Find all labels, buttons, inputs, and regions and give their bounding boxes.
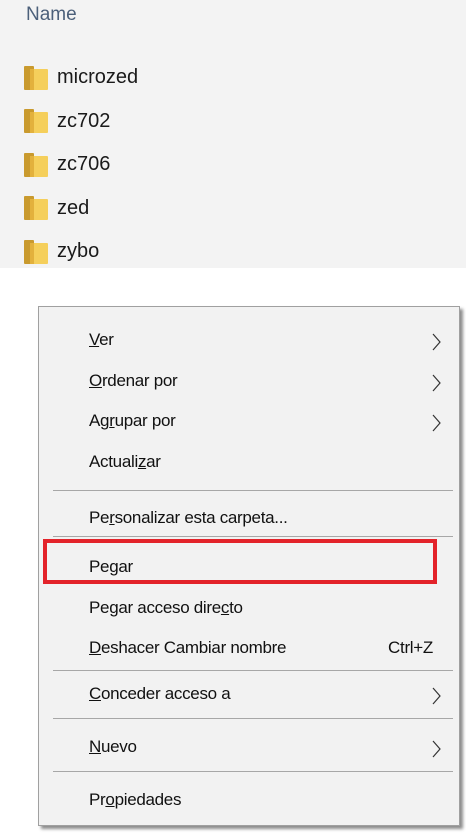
folder-name: microzed	[57, 66, 139, 89]
chevron-right-icon	[432, 740, 441, 758]
menu-item-propiedades[interactable]: Propiedades	[39, 781, 459, 819]
menu-item-label: Ordenar por	[89, 371, 178, 390]
folder-icon	[24, 152, 48, 177]
menu-item-personalizar[interactable]: Personalizar esta carpeta...	[39, 499, 459, 537]
menu-separator	[53, 490, 453, 491]
menu-item-pegar-acceso-directo[interactable]: Pegar acceso directo	[39, 589, 459, 627]
menu-item-agrupar-por[interactable]: Agrupar por	[39, 402, 459, 440]
keyboard-shortcut: Ctrl+Z	[388, 638, 433, 657]
chevron-right-icon	[432, 414, 441, 432]
folder-list: microzed zc702 zc706 zed zybo	[24, 56, 138, 274]
highlight-annotation-box	[43, 539, 437, 584]
menu-item-label: Pegar acceso directo	[89, 598, 243, 617]
menu-item-ordenar-por[interactable]: Ordenar por	[39, 362, 459, 400]
menu-item-deshacer[interactable]: Deshacer Cambiar nombre Ctrl+Z	[39, 629, 459, 667]
list-item-folder[interactable]: microzed	[24, 56, 138, 100]
menu-separator	[53, 536, 453, 537]
folder-icon	[24, 65, 48, 90]
chevron-right-icon	[432, 687, 441, 705]
menu-item-label: Deshacer Cambiar nombre	[89, 638, 287, 657]
list-item-folder[interactable]: zed	[24, 187, 138, 231]
folder-name: zed	[57, 196, 90, 219]
list-item-folder[interactable]: zc706	[24, 143, 138, 187]
menu-separator	[53, 718, 453, 719]
folder-name: zc706	[57, 153, 111, 176]
menu-separator	[53, 771, 453, 772]
menu-item-conceder-acceso[interactable]: Conceder acceso a	[39, 675, 459, 713]
chevron-right-icon	[432, 374, 441, 392]
folder-icon	[24, 239, 48, 264]
menu-item-label: Personalizar esta carpeta...	[89, 508, 288, 527]
menu-item-label: Agrupar por	[89, 411, 176, 430]
folder-icon	[24, 196, 48, 221]
menu-item-label: Conceder acceso a	[89, 684, 231, 703]
menu-item-label: Propiedades	[89, 790, 182, 809]
menu-item-actualizar[interactable]: Actualizar	[39, 443, 459, 481]
folder-name: zc702	[57, 109, 111, 132]
folder-name: zybo	[57, 240, 100, 263]
list-item-folder[interactable]: zc702	[24, 100, 138, 144]
file-explorer-pane: Name microzed zc702 zc706 zed zybo	[0, 0, 466, 268]
menu-separator	[53, 670, 453, 671]
menu-item-ver[interactable]: Ver	[39, 321, 459, 359]
menu-item-label: Actualizar	[89, 452, 161, 471]
chevron-right-icon	[432, 333, 441, 351]
menu-item-nuevo[interactable]: Nuevo	[39, 728, 459, 766]
menu-item-label: Ver	[89, 330, 114, 349]
folder-icon	[24, 109, 48, 134]
menu-item-label: Nuevo	[89, 737, 137, 756]
name-column-header[interactable]: Name	[26, 4, 77, 26]
list-item-folder[interactable]: zybo	[24, 230, 138, 274]
